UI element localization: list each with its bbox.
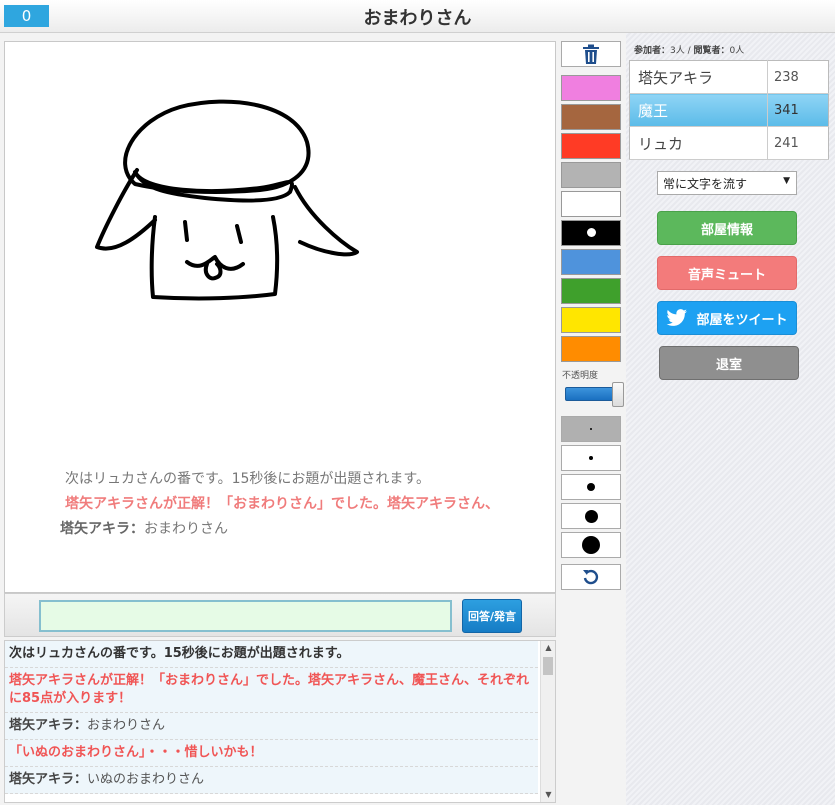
brush-size-button[interactable] xyxy=(561,474,621,500)
player-name: 塔矢アキラ xyxy=(629,60,768,94)
brush-size-button[interactable] xyxy=(561,503,621,529)
twitter-bird-icon xyxy=(666,309,688,326)
chat-scrollbar[interactable]: ▲ ▼ xyxy=(540,641,555,802)
overlay-user-message: 塔矢アキラ：おまわりさん xyxy=(60,518,228,538)
opacity-label: 不透明度 xyxy=(562,371,599,381)
scroll-up-arrow[interactable]: ▲ xyxy=(541,641,555,655)
brush-dot xyxy=(587,483,595,491)
mute-button[interactable]: 音声ミュート xyxy=(657,256,797,290)
overlay-user-text: おまわりさん xyxy=(144,521,228,537)
player-row: 塔矢アキラ 238 xyxy=(629,60,829,94)
page-title: おまわりさん xyxy=(363,8,472,29)
brush-size-button[interactable] xyxy=(561,532,621,558)
scroll-thumb[interactable] xyxy=(543,657,553,675)
brush-size-button[interactable] xyxy=(561,445,621,471)
brush-dot xyxy=(584,509,598,523)
answer-input[interactable] xyxy=(39,600,452,632)
color-swatch[interactable] xyxy=(561,162,621,188)
color-swatch[interactable] xyxy=(561,191,621,217)
chat-user-name: 塔矢アキラ： xyxy=(9,718,88,733)
color-swatch[interactable] xyxy=(561,104,621,130)
room-info-button[interactable]: 部屋情報 xyxy=(657,211,797,245)
chat-log[interactable]: 次はリュカさんの番です。15秒後にお題が出題されます。 塔矢アキラさんが正解！「お… xyxy=(4,640,556,803)
undo-button[interactable] xyxy=(561,564,621,590)
chevron-down-icon: ▼ xyxy=(783,176,790,186)
header: 0 おまわりさん xyxy=(0,0,835,33)
opacity-slider-track xyxy=(565,387,617,401)
chat-log-item: 「いぬのおまわりさん」・・・惜しいかも！ xyxy=(5,740,538,767)
participants-label: 参加者： xyxy=(634,46,671,56)
scroll-down-arrow[interactable]: ▼ xyxy=(541,788,555,802)
brush-dot xyxy=(590,428,592,430)
sidebar: 参加者：3人 / 閲覧者：0人 塔矢アキラ 238 魔王 341 リュカ 241 常に文字… xyxy=(626,33,835,805)
player-name: リュカ xyxy=(629,126,768,160)
chat-log-item: 塔矢アキラ：いぬのおまわりさん xyxy=(5,767,538,794)
player-table: 塔矢アキラ 238 魔王 341 リュカ 241 xyxy=(629,60,829,160)
text-flow-value: 常に文字を流す xyxy=(663,177,748,191)
color-swatch[interactable] xyxy=(561,278,621,304)
overlay-user-name: 塔矢アキラ： xyxy=(60,521,144,537)
brush-dot xyxy=(589,456,593,460)
tweet-room-button[interactable]: 部屋をツイート xyxy=(657,301,797,335)
viewers-label: 閲覧者： xyxy=(693,46,730,56)
chat-user-message: おまわりさん xyxy=(87,718,166,733)
player-row: リュカ 241 xyxy=(629,126,829,160)
trash-icon xyxy=(583,44,599,64)
chat-log-item: 塔矢アキラさんが正解！「おまわりさん」でした。塔矢アキラさん、魔王さん、それぞれ… xyxy=(5,668,538,713)
player-score: 341 xyxy=(767,93,829,127)
color-swatch[interactable] xyxy=(561,75,621,101)
player-name: 魔王 xyxy=(629,93,768,127)
send-answer-button[interactable]: 回答/発言 xyxy=(462,599,522,633)
chat-log-item: 次はリュカさんの番です。15秒後にお題が出題されます。 xyxy=(5,641,538,668)
color-swatch[interactable] xyxy=(561,307,621,333)
undo-icon xyxy=(583,569,599,585)
chat-log-item: 塔矢アキラ：おまわりさん xyxy=(5,713,538,740)
overlay-correct-message: 塔矢アキラさんが正解！「おまわりさん」でした。塔矢アキラさん、 xyxy=(65,496,499,512)
chat-user-message: いぬのおまわりさん xyxy=(87,772,205,787)
drawing-canvas[interactable]: 次はリュカさんの番です。15秒後にお題が出題されます。 塔矢アキラさんが正解！「… xyxy=(4,41,556,593)
opacity-slider[interactable] xyxy=(565,382,624,408)
brush-size-button[interactable] xyxy=(561,416,621,442)
color-swatch[interactable] xyxy=(561,133,621,159)
tweet-room-label: 部屋をツイート xyxy=(696,312,788,328)
player-score: 238 xyxy=(767,60,829,94)
chat-log-lines: 次はリュカさんの番です。15秒後にお題が出題されます。 塔矢アキラさんが正解！「お… xyxy=(5,641,555,794)
selected-dot xyxy=(587,228,596,237)
clear-button[interactable] xyxy=(561,41,621,67)
color-swatch[interactable] xyxy=(561,220,621,246)
viewers-value: 0人 xyxy=(729,46,745,56)
participants-value: 3人 xyxy=(670,46,685,56)
brush-dot xyxy=(582,536,600,554)
text-flow-select[interactable]: 常に文字を流す ▼ xyxy=(657,171,797,195)
chat-user-name: 塔矢アキラ： xyxy=(9,772,88,787)
player-row: 魔王 341 xyxy=(629,93,829,127)
overlay-system-message: 次はリュカさんの番です。15秒後にお題が出題されます。 xyxy=(65,471,431,487)
chat-input-bar: 回答/発言 xyxy=(4,593,556,637)
count-separator: / xyxy=(684,46,694,56)
opacity-slider-thumb[interactable] xyxy=(612,382,624,407)
participant-count: 参加者：3人 / 閲覧者：0人 xyxy=(634,43,744,56)
color-swatch[interactable] xyxy=(561,249,621,275)
color-swatch[interactable] xyxy=(561,336,621,362)
exit-room-button[interactable]: 退室 xyxy=(659,346,799,380)
player-score: 241 xyxy=(767,126,829,160)
